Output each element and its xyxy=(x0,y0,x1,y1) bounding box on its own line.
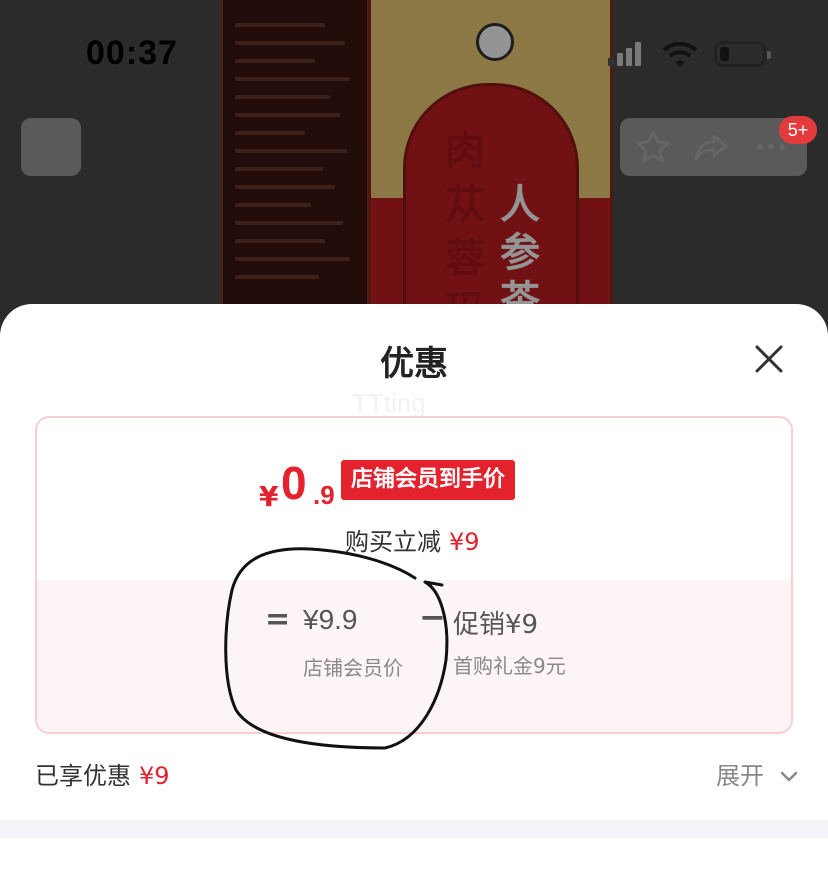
close-icon[interactable] xyxy=(748,338,790,380)
message-badge: 5+ xyxy=(779,116,817,144)
battery-icon xyxy=(714,41,771,67)
expand-label: 展开 xyxy=(716,762,764,790)
price-integer: 0 xyxy=(281,457,307,509)
sheet-divider xyxy=(0,820,828,838)
store-member-price: ¥9.9 xyxy=(303,604,358,635)
signal-icon xyxy=(608,42,644,66)
status-time: 00:37 xyxy=(86,34,178,72)
reduce-value: ¥9 xyxy=(449,528,480,556)
equals-sign: = xyxy=(265,602,291,637)
promo-label: 首购礼金9元 xyxy=(453,654,566,678)
member-price-tag: 店铺会员到手价 xyxy=(341,460,516,500)
wifi-icon xyxy=(662,40,698,72)
enjoyed-label: 已享优惠 xyxy=(35,762,131,790)
reduce-label: 购买立减 xyxy=(345,528,441,556)
chevron-down-icon xyxy=(780,771,797,782)
enjoyed-discount: 已享优惠 ¥9 xyxy=(35,756,170,791)
minus-sign: − xyxy=(419,598,446,636)
price-breakdown-panel xyxy=(37,580,791,732)
back-button[interactable] xyxy=(21,118,81,176)
expand-button[interactable]: 展开 xyxy=(716,756,798,791)
purchase-reduction: 购买立减 ¥9 xyxy=(345,522,480,557)
price-card: ¥ 0 .9 店铺会员到手价 购买立减 ¥9 = ¥9.9 店铺会员价 − 促销¥… xyxy=(35,416,793,734)
watermark: TTting xyxy=(352,388,426,418)
sheet-title: 优惠 xyxy=(380,344,448,384)
price-currency: ¥ xyxy=(259,480,279,513)
share-icon[interactable] xyxy=(692,128,730,166)
store-member-price-label: 店铺会员价 xyxy=(303,656,403,680)
enjoyed-value: ¥9 xyxy=(139,762,170,790)
price-decimal: .9 xyxy=(313,480,335,510)
star-icon[interactable] xyxy=(634,128,672,166)
promo-price: 促销¥9 xyxy=(453,610,539,640)
discount-sheet: 优惠 TTting ¥ 0 .9 店铺会员到手价 购买立减 ¥9 = ¥9.9 店… xyxy=(0,304,828,872)
chevron-left-icon xyxy=(42,134,57,160)
